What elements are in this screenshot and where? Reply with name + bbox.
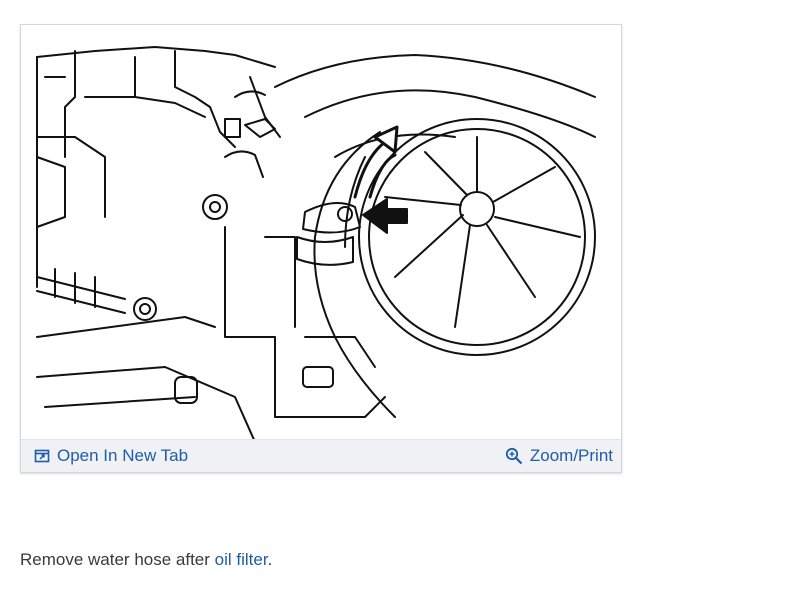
- magnifier-zoom-icon: [505, 447, 523, 465]
- zoom-print-label: Zoom/Print: [529, 446, 613, 465]
- figure-caption: Remove water hose after oil filter.: [20, 550, 272, 570]
- caption-suffix: .: [267, 550, 273, 569]
- page: Open In New Tab Zoom/Print Remove water …: [0, 0, 788, 593]
- open-in-new-tab-label: Open In New Tab: [57, 446, 189, 465]
- engine-line-drawing: [36, 46, 596, 442]
- figure-card: Open In New Tab Zoom/Print: [20, 24, 622, 473]
- open-in-new-tab-icon: [34, 448, 50, 464]
- engine-diagram-image[interactable]: [35, 37, 609, 442]
- caption-text: Remove water hose after: [20, 550, 215, 569]
- zoom-print-button[interactable]: Zoom/Print: [505, 444, 613, 468]
- oil-filter-link[interactable]: oil filter: [215, 550, 268, 569]
- figure-toolbar: Open In New Tab Zoom/Print: [21, 439, 621, 472]
- open-in-new-tab-button[interactable]: Open In New Tab: [34, 444, 188, 468]
